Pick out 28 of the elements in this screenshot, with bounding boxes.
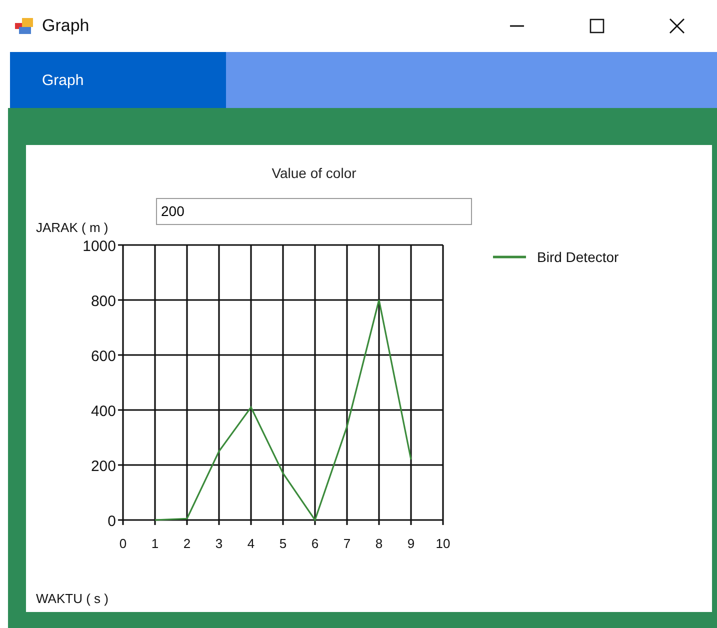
minimize-icon	[509, 25, 525, 27]
tick-label: 7	[343, 536, 351, 551]
field-label: Value of color	[270, 165, 358, 183]
window-title: Graph	[42, 16, 90, 36]
tick-label: 5	[279, 536, 287, 551]
tick-label: 800	[90, 293, 116, 310]
tick-label: 10	[436, 536, 450, 551]
tick-label: 6	[311, 536, 319, 551]
tick-label: 8	[375, 536, 383, 551]
tick-label: 1	[151, 536, 159, 551]
input-field[interactable]: 200	[156, 198, 472, 224]
tick-label: 4	[247, 536, 255, 551]
close-icon	[669, 18, 685, 34]
tick-label: 3	[215, 536, 223, 551]
tick-label: 200	[90, 458, 116, 475]
tick-label: 600	[90, 348, 116, 365]
tick-label: 0	[108, 513, 116, 530]
maximize-icon	[589, 18, 605, 34]
tick-label: 1000	[82, 238, 116, 255]
app-icon	[15, 18, 33, 34]
tick-label: 400	[90, 403, 116, 420]
axis-title: WAKTU ( s )	[36, 591, 108, 606]
menu-item[interactable]: Graph	[10, 52, 226, 108]
tick-label: 2	[183, 536, 191, 551]
legend-label: Bird Detector	[537, 249, 619, 265]
tick-label: 9	[407, 536, 415, 551]
axis-title: JARAK ( m )	[36, 219, 110, 235]
tick-label: 0	[119, 536, 127, 551]
